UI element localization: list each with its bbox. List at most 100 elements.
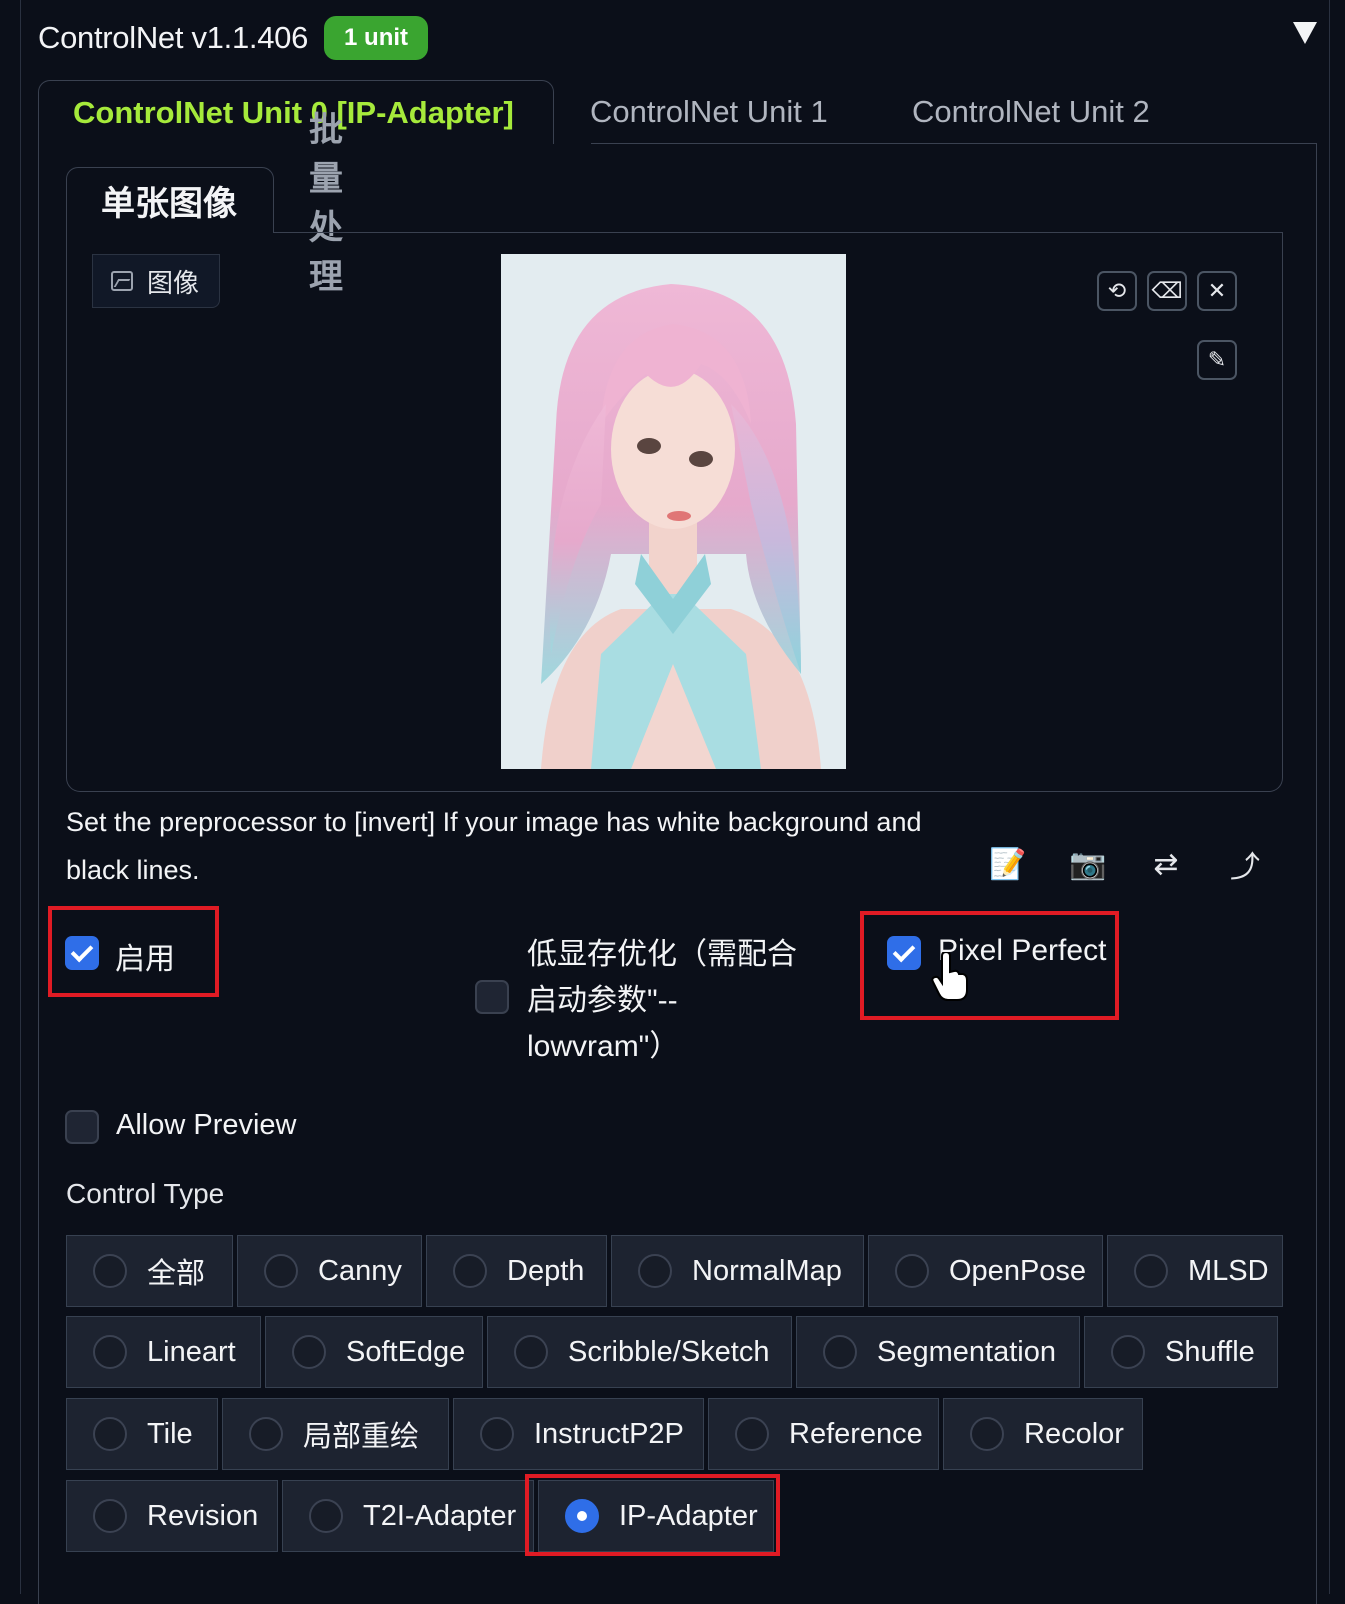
radio-button[interactable] [1111, 1335, 1145, 1369]
control-type-tile[interactable]: Tile [66, 1398, 218, 1470]
control-type-openpose[interactable]: OpenPose [868, 1235, 1103, 1307]
lowvram-label-line: lowvram"） [527, 1030, 680, 1063]
allow-preview-label: Allow Preview [116, 1109, 297, 1141]
lowvram-label-line: 低显存优化（需配合 [527, 938, 797, 971]
lowvram-label-line: 启动参数"-- [527, 984, 678, 1017]
radio-button[interactable] [453, 1254, 487, 1288]
swap-icon: ⇄ [1153, 847, 1179, 881]
radio-label: Revision [147, 1499, 259, 1532]
control-type-revision[interactable]: Revision [66, 1480, 278, 1552]
image-icon [111, 271, 133, 291]
radio-button[interactable] [309, 1499, 343, 1533]
radio-button[interactable] [93, 1499, 127, 1533]
control-type-normalmap[interactable]: NormalMap [611, 1235, 864, 1307]
control-type-canny[interactable]: Canny [237, 1235, 422, 1307]
highlight-ip-adapter [525, 1474, 780, 1556]
tab-label: 单张图像 [101, 185, 237, 223]
radio-label: Depth [507, 1254, 585, 1287]
radio-button[interactable] [249, 1417, 283, 1451]
control-type-row: Tile 局部重绘 InstructP2P Reference Recolor [66, 1398, 1143, 1470]
tab-label: ControlNet Unit 0 [IP-Adapter] [73, 94, 514, 130]
tab-unit-0[interactable]: ControlNet Unit 0 [IP-Adapter] [38, 80, 554, 144]
tab-single-image[interactable]: 单张图像 [66, 167, 274, 233]
radio-label: Scribble/Sketch [568, 1335, 770, 1368]
control-type-recolor[interactable]: Recolor [943, 1398, 1143, 1470]
control-type-reference[interactable]: Reference [708, 1398, 939, 1470]
control-type-softedge[interactable]: SoftEdge [265, 1316, 483, 1388]
uploaded-image [501, 254, 846, 769]
radio-button[interactable] [1134, 1254, 1168, 1288]
radio-button[interactable] [638, 1254, 672, 1288]
hand-cursor-icon [931, 952, 968, 1001]
send-dimensions-button[interactable]: ⤴ [1225, 845, 1265, 884]
eraser-button[interactable]: ⌫ [1147, 271, 1187, 311]
radio-button[interactable] [514, 1335, 548, 1369]
control-type-mlsd[interactable]: MLSD [1107, 1235, 1283, 1307]
radio-button[interactable] [480, 1417, 514, 1451]
control-type-t2i-adapter[interactable]: T2I-Adapter [282, 1480, 534, 1552]
edit-button[interactable]: 📝 [988, 845, 1028, 883]
control-type-inpaint[interactable]: 局部重绘 [222, 1398, 449, 1470]
radio-button[interactable] [93, 1417, 127, 1451]
panel-title: ControlNet v1.1.406 [38, 20, 309, 55]
radio-button[interactable] [823, 1335, 857, 1369]
radio-button[interactable] [93, 1335, 127, 1369]
radio-button[interactable] [970, 1417, 1004, 1451]
control-type-instructp2p[interactable]: InstructP2P [453, 1398, 704, 1470]
unit-tabs: ControlNet Unit 0 [IP-Adapter] ControlNe… [38, 80, 1317, 144]
allow-preview-checkbox[interactable] [65, 1110, 99, 1144]
radio-label: T2I-Adapter [363, 1499, 517, 1532]
radio-button[interactable] [264, 1254, 298, 1288]
radio-label: 局部重绘 [303, 1421, 420, 1453]
radio-label: InstructP2P [534, 1417, 684, 1450]
send-dimensions-icon: ⤴ [1230, 851, 1260, 884]
tab-label: ControlNet Unit 1 [590, 94, 828, 129]
radio-label: Canny [318, 1254, 402, 1287]
eraser-icon: ⌫ [1151, 278, 1183, 303]
control-type-row: 全部 Canny Depth NormalMap OpenPose MLSD [66, 1235, 1283, 1307]
tab-unit-1[interactable]: ControlNet Unit 1 [590, 80, 828, 144]
mirror-button[interactable]: ⇄ [1146, 845, 1186, 883]
control-type-segmentation[interactable]: Segmentation [796, 1316, 1080, 1388]
radio-label: SoftEdge [346, 1335, 466, 1368]
camera-icon: 📷 [1069, 847, 1107, 881]
image-label: 图像 [92, 254, 220, 308]
control-type-label: Control Type [66, 1178, 225, 1209]
lowvram-label: 低显存优化（需配合 启动参数"-- lowvram"） [527, 932, 797, 1070]
control-type-depth[interactable]: Depth [426, 1235, 607, 1307]
tab-label: ControlNet Unit 2 [912, 94, 1150, 129]
highlight-enable [48, 906, 219, 997]
collapse-triangle-icon[interactable] [1293, 22, 1317, 44]
radio-label: Reference [789, 1417, 923, 1450]
radio-button[interactable] [292, 1335, 326, 1369]
preprocessor-hint: Set the preprocessor to [invert] If your… [66, 807, 922, 885]
tab-batch[interactable]: 批量处理 [309, 111, 343, 296]
accordion-header[interactable]: ControlNet v1.1.406 1 unit [38, 14, 429, 62]
radio-label: Recolor [1024, 1417, 1124, 1450]
control-type-scribble[interactable]: Scribble/Sketch [487, 1316, 792, 1388]
radio-label: Lineart [147, 1335, 236, 1368]
undo-button[interactable]: ⟲ [1097, 271, 1137, 311]
undo-icon: ⟲ [1107, 278, 1127, 303]
radio-label: OpenPose [949, 1254, 1087, 1287]
image-label-text: 图像 [147, 267, 200, 298]
control-type-lineart[interactable]: Lineart [66, 1316, 261, 1388]
webcam-button[interactable]: 📷 [1068, 845, 1108, 883]
radio-button[interactable] [735, 1417, 769, 1451]
radio-label: Shuffle [1165, 1335, 1255, 1368]
brush-button[interactable]: ✎ [1197, 340, 1237, 380]
radio-label: MLSD [1188, 1254, 1269, 1287]
lowvram-checkbox[interactable] [475, 980, 509, 1014]
control-type-row: Lineart SoftEdge Scribble/Sketch Segment… [66, 1316, 1278, 1388]
close-icon: ✕ [1207, 278, 1227, 303]
radio-button[interactable] [895, 1254, 929, 1288]
clear-image-button[interactable]: ✕ [1197, 271, 1237, 311]
tab-unit-2[interactable]: ControlNet Unit 2 [912, 80, 1150, 144]
control-type-shuffle[interactable]: Shuffle [1084, 1316, 1278, 1388]
radio-button[interactable] [93, 1254, 127, 1288]
radio-label: Segmentation [877, 1335, 1056, 1368]
unit-count-badge: 1 unit [324, 16, 429, 60]
edit-icon: 📝 [989, 847, 1027, 881]
highlight-pixel-perfect [860, 911, 1119, 1020]
control-type-all[interactable]: 全部 [66, 1235, 233, 1307]
